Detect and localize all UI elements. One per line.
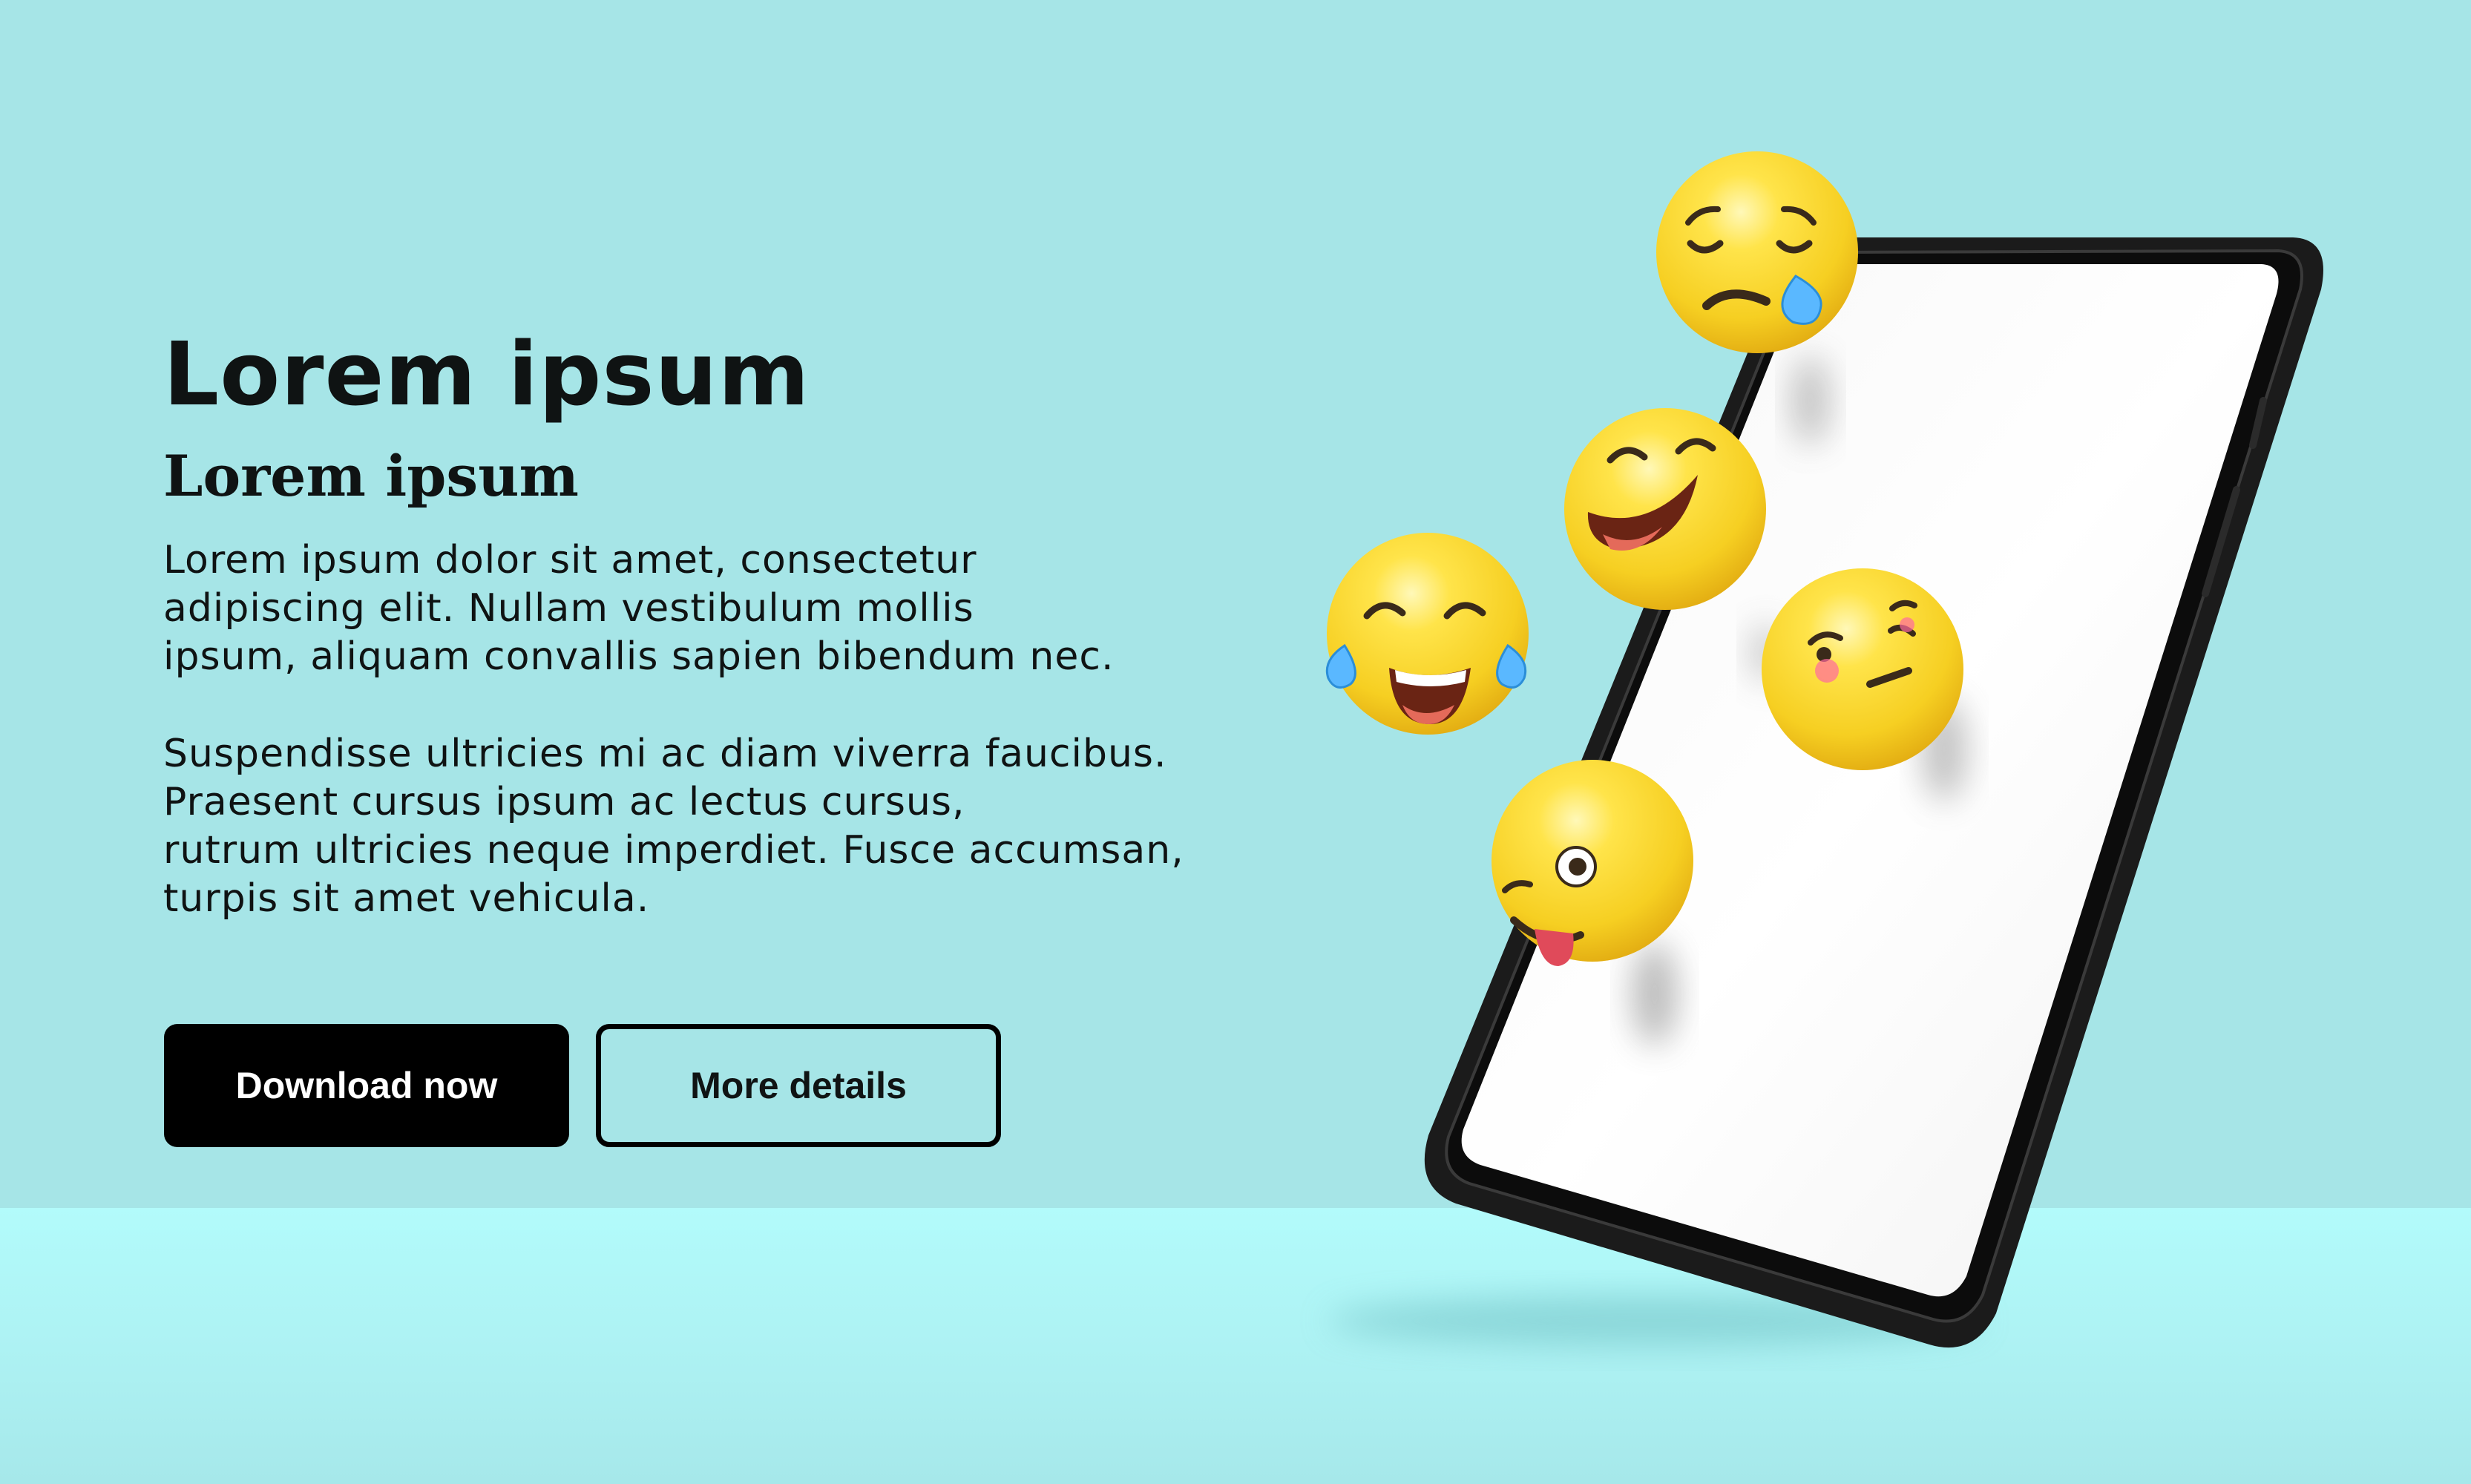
phone-screen — [1461, 264, 2279, 1297]
paragraph-line: turpis sit amet vehicula. — [163, 876, 650, 922]
body-paragraph-2: Suspendisse ultricies mi ac diam viverra… — [163, 730, 1380, 923]
paragraph-line: adipiscing elit. Nullam vestibulum molli… — [163, 586, 974, 631]
paragraph-line: Praesent cursus ipsum ac lectus cursus, — [163, 780, 965, 825]
more-details-button[interactable]: More details — [596, 1024, 1001, 1147]
page-title: Lorem ipsum — [163, 323, 810, 425]
paragraph-line: Lorem ipsum dolor sit amet, consectetur — [163, 538, 977, 583]
hero-copy: Lorem ipsum Lorem ipsum Lorem ipsum dolo… — [163, 326, 1380, 923]
zany-emoji-icon — [1492, 760, 1693, 966]
paragraph-line: Suspendisse ultricies mi ac diam viverra… — [163, 732, 1167, 777]
sad-tear-emoji-icon — [1656, 151, 1858, 353]
phone-frame — [1424, 237, 2323, 1348]
side-button — [2249, 397, 2267, 449]
download-now-button[interactable]: Download now — [164, 1024, 569, 1147]
floor-band — [0, 1208, 2471, 1484]
body-paragraph-1: Lorem ipsum dolor sit amet, consectetur … — [163, 536, 1380, 681]
page-subtitle: Lorem ipsum — [163, 442, 579, 509]
woozy-emoji-icon — [1762, 568, 1963, 770]
laughing-emoji-icon — [1564, 408, 1766, 610]
phone-bezel-edge — [1445, 249, 2303, 1323]
side-button — [2202, 486, 2240, 597]
cta-group: Download now More details — [164, 1024, 1001, 1147]
smartphone — [1424, 237, 2323, 1348]
paragraph-line: ipsum, aliquam convallis sapien bibendum… — [163, 634, 1115, 680]
paragraph-line: rutrum ultricies neque imperdiet. Fusce … — [163, 828, 1184, 873]
emoji-shadows — [1632, 356, 1966, 1046]
